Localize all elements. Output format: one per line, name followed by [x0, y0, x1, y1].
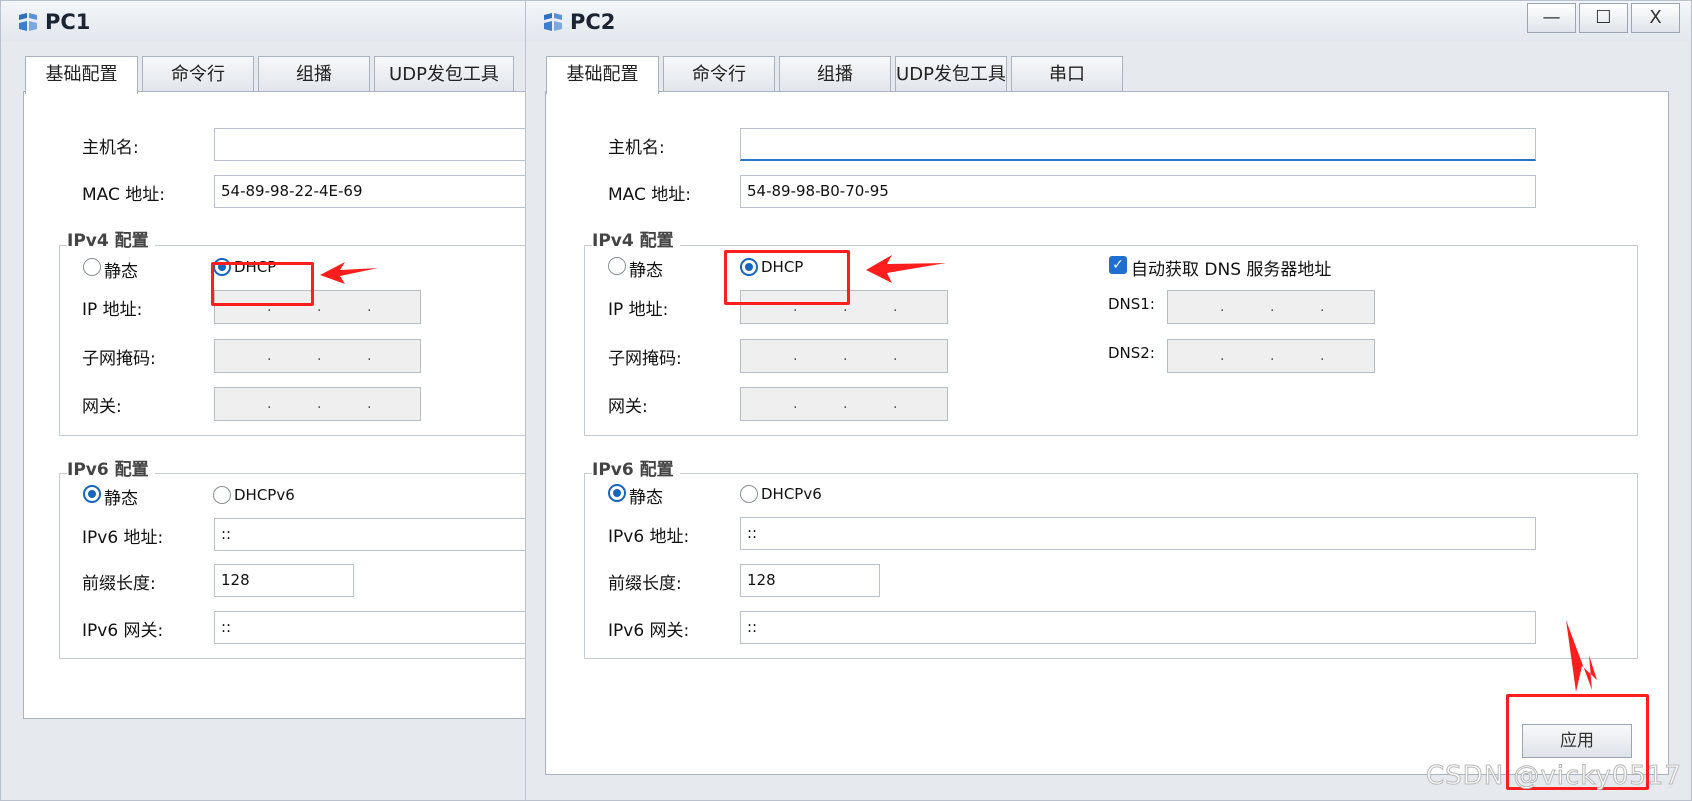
ipv6-group-title: IPv6 配置 [592, 455, 680, 480]
subnet-mask-field[interactable]: ... [214, 339, 421, 373]
ipv6-address-field[interactable]: :: [214, 518, 535, 551]
gateway-field[interactable]: ... [214, 387, 421, 421]
ipv6-address-label: IPv6 地址: [608, 527, 690, 547]
ipv6-gateway-field[interactable]: :: [740, 611, 1536, 644]
ipv6-gateway-label: IPv6 网关: [82, 621, 164, 641]
tab-basic-config[interactable]: 基础配置 [546, 56, 659, 94]
pc1-window: PC1 基础配置 命令行 组播 UDP发包工具 主机名: MAC 地址: 54-… [0, 0, 536, 801]
prefix-length-field[interactable]: 128 [740, 564, 880, 597]
ipv6-static-label: 静态 [629, 488, 663, 508]
gateway-field[interactable]: ... [740, 387, 948, 421]
dns1-field[interactable]: ... [1167, 290, 1375, 324]
watermark: CSDN @vicky0517 [1426, 761, 1682, 792]
hostname-label: 主机名: [608, 138, 665, 158]
ipv6-address-label: IPv6 地址: [82, 528, 164, 548]
tab-multicast[interactable]: 组播 [779, 56, 891, 92]
gateway-label: 网关: [608, 397, 648, 417]
static-label: 静态 [104, 262, 138, 282]
tab-multicast[interactable]: 组播 [258, 56, 370, 92]
network-app-icon [19, 13, 37, 31]
config-panel: 主机名: MAC 地址: 54-89-98-22-4E-69 IPv4 配置 静… [23, 91, 535, 719]
mask-label: 子网掩码: [82, 349, 156, 369]
ipv6-static-radio[interactable] [83, 485, 101, 503]
dns2-label: DNS2: [1108, 344, 1155, 362]
static-label: 静态 [629, 261, 663, 281]
dhcpv6-radio[interactable] [213, 486, 231, 504]
static-radio[interactable] [83, 258, 101, 276]
ipv4-group-title: IPv4 配置 [67, 226, 155, 251]
dhcpv6-radio[interactable] [740, 485, 758, 503]
ipv6-gateway-field[interactable]: :: [214, 611, 535, 644]
pc1-titlebar[interactable]: PC1 [1, 1, 535, 41]
tab-command-line[interactable]: 命令行 [663, 56, 775, 92]
ipv6-group-title: IPv6 配置 [67, 455, 155, 480]
hostname-label: 主机名: [82, 138, 139, 158]
ipv6-gateway-label: IPv6 网关: [608, 621, 690, 641]
dns1-label: DNS1: [1108, 295, 1155, 313]
mac-label: MAC 地址: [608, 185, 691, 205]
ipv4-group-title: IPv4 配置 [592, 226, 680, 251]
mac-label: MAC 地址: [82, 185, 165, 205]
subnet-mask-field[interactable]: ... [740, 339, 948, 373]
dns2-field[interactable]: ... [1167, 339, 1375, 373]
tab-udp-tool[interactable]: UDP发包工具 [895, 56, 1007, 92]
prefix-length-label: 前缀长度: [82, 574, 156, 594]
close-button[interactable]: X [1631, 3, 1680, 33]
ip-label: IP 地址: [82, 300, 143, 320]
auto-dns-checkbox[interactable]: ✓ [1109, 256, 1127, 274]
dhcp-highlight-box [724, 250, 850, 305]
mac-field[interactable]: 54-89-98-22-4E-69 [214, 175, 535, 208]
tab-udp-tool[interactable]: UDP发包工具 [374, 56, 514, 92]
minimize-button[interactable]: — [1527, 3, 1576, 33]
config-panel: 主机名: MAC 地址: 54-89-98-B0-70-95 IPv4 配置 静… [545, 91, 1669, 775]
maximize-button[interactable]: ☐ [1579, 3, 1628, 33]
pc2-titlebar[interactable]: PC2 — ☐ X [526, 1, 1691, 41]
tab-basic-config[interactable]: 基础配置 [25, 56, 138, 94]
dhcp-highlight-box [211, 262, 314, 306]
mac-field[interactable]: 54-89-98-B0-70-95 [740, 175, 1536, 208]
network-app-icon [544, 13, 562, 31]
gateway-label: 网关: [82, 397, 122, 417]
prefix-length-label: 前缀长度: [608, 574, 682, 594]
static-radio[interactable] [608, 257, 626, 275]
window-title: PC2 [570, 10, 616, 34]
ipv6-address-field[interactable]: :: [740, 517, 1536, 550]
prefix-length-field[interactable]: 128 [214, 564, 354, 597]
hostname-input[interactable] [740, 128, 1536, 161]
pc2-window: PC2 — ☐ X 基础配置 命令行 组播 UDP发包工具 串口 主机名: MA… [525, 0, 1692, 801]
ip-label: IP 地址: [608, 300, 669, 320]
dhcpv6-label: DHCPv6 [234, 486, 295, 504]
dhcpv6-label: DHCPv6 [761, 485, 822, 503]
tab-command-line[interactable]: 命令行 [142, 56, 254, 92]
tab-serial-port[interactable]: 串口 [1011, 56, 1123, 92]
auto-dns-label: 自动获取 DNS 服务器地址 [1131, 260, 1332, 280]
window-title: PC1 [45, 10, 91, 34]
hostname-input[interactable] [214, 128, 535, 161]
ipv6-static-radio[interactable] [608, 484, 626, 502]
mask-label: 子网掩码: [608, 349, 682, 369]
ipv6-static-label: 静态 [104, 489, 138, 509]
